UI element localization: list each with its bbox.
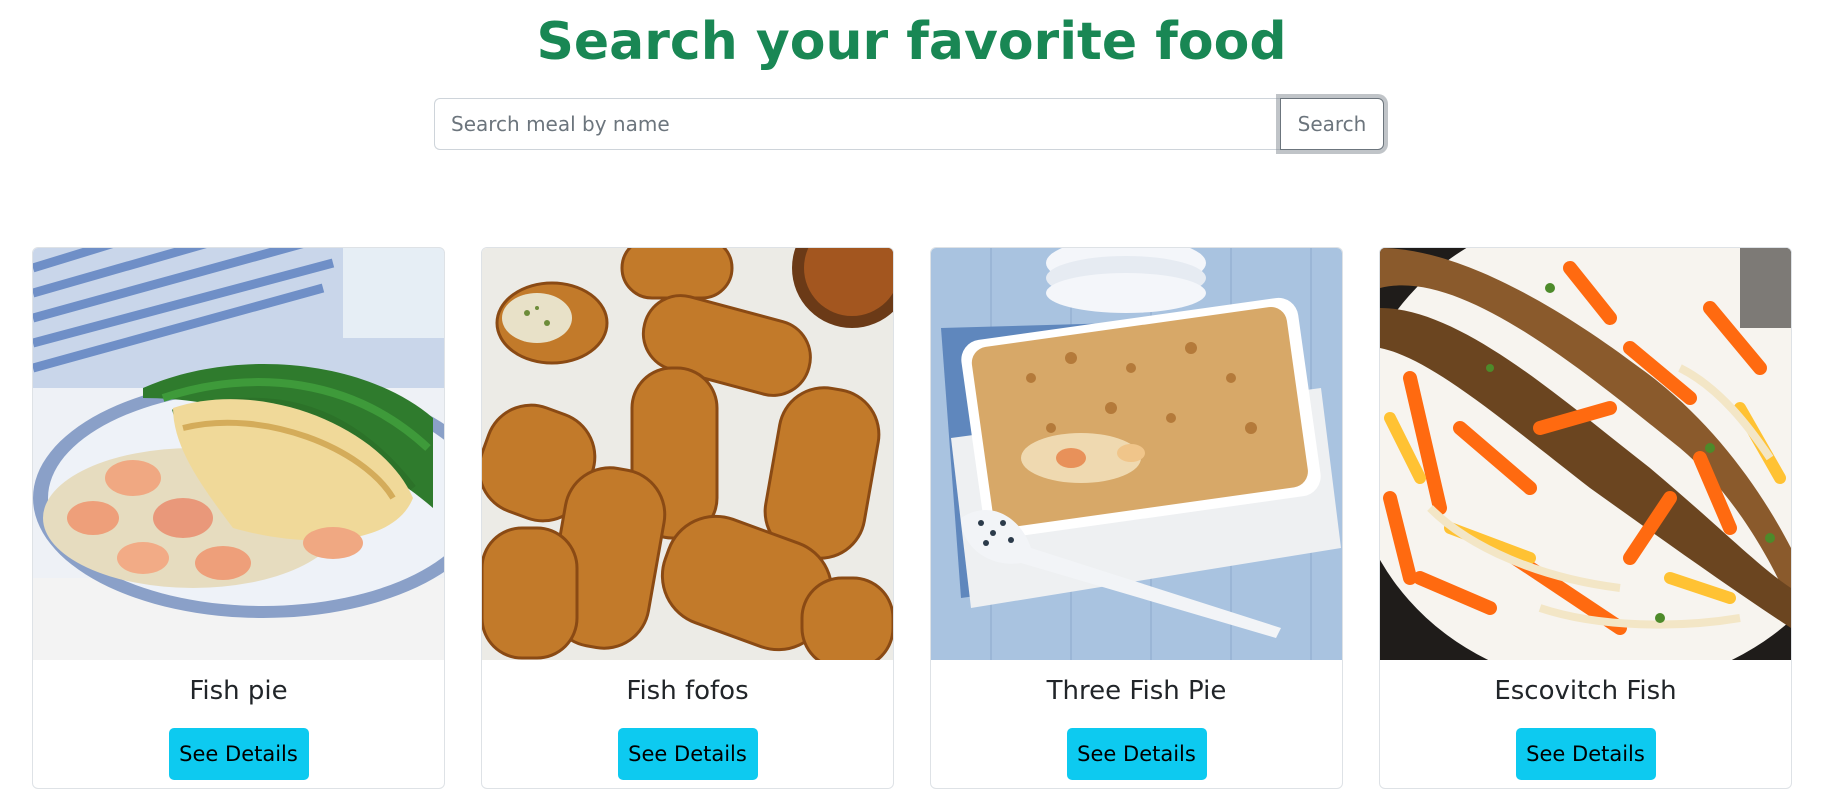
- meal-image: [33, 248, 444, 660]
- meal-card: Escovitch Fish See Details: [1379, 247, 1792, 789]
- meal-name: Fish fofos: [626, 676, 749, 706]
- search-input[interactable]: [434, 98, 1280, 150]
- search-bar: Search: [434, 98, 1384, 150]
- meal-cards: Fish pie See Details Fish fofos See Deta…: [32, 247, 1792, 789]
- meal-card: Fish fofos See Details: [481, 247, 894, 789]
- see-details-button[interactable]: See Details: [168, 728, 309, 780]
- see-details-button[interactable]: See Details: [1066, 728, 1207, 780]
- page-title: Search your favorite food: [536, 12, 1287, 72]
- meal-card: Three Fish Pie See Details: [930, 247, 1343, 789]
- page: Search your favorite food Search meal by…: [0, 0, 1823, 804]
- search-button[interactable]: Search: [1280, 98, 1384, 150]
- see-details-button[interactable]: See Details: [1515, 728, 1656, 780]
- meal-image: [931, 248, 1342, 660]
- meal-name: Fish pie: [189, 676, 288, 706]
- meal-image: [482, 248, 893, 660]
- meal-name: Escovitch Fish: [1494, 676, 1677, 706]
- see-details-button[interactable]: See Details: [617, 728, 758, 780]
- meal-image: [1380, 248, 1791, 660]
- meal-card: Fish pie See Details: [32, 247, 445, 789]
- meal-name: Three Fish Pie: [1046, 676, 1227, 706]
